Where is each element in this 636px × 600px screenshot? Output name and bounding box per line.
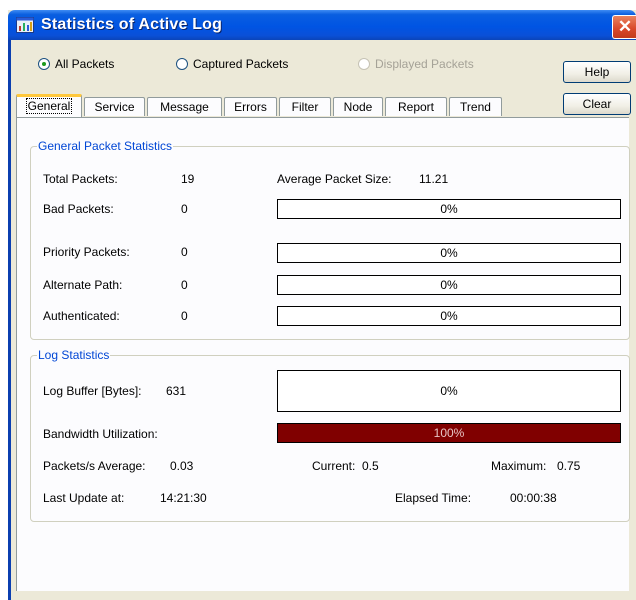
authenticated-label: Authenticated:: [43, 309, 120, 323]
authenticated-value: 0: [181, 309, 188, 323]
radio-label: Displayed Packets: [375, 57, 474, 71]
tab-report[interactable]: Report: [385, 97, 447, 116]
current-value: 0.5: [362, 459, 379, 473]
clear-button[interactable]: Clear: [563, 93, 631, 115]
radio-indicator: [38, 58, 50, 70]
priority-packets-bar: 0%: [277, 243, 621, 263]
radio-all-packets[interactable]: All Packets: [38, 56, 114, 72]
elapsed-time-label: Elapsed Time:: [395, 491, 472, 505]
average-packet-size-value: 11.21: [419, 172, 449, 186]
alternate-path-label: Alternate Path:: [43, 278, 123, 292]
radio-captured-packets[interactable]: Captured Packets: [176, 56, 288, 72]
authenticated-bar: 0%: [277, 306, 621, 326]
bar-percent: 0%: [440, 246, 458, 260]
total-packets-label: Total Packets:: [43, 172, 118, 186]
elapsed-time-value: 00:00:38: [510, 491, 557, 505]
alternate-path-value: 0: [181, 278, 188, 292]
priority-packets-label: Priority Packets:: [43, 245, 130, 259]
packets-per-second-average-value: 0.03: [170, 459, 194, 473]
log-buffer-bar: 0%: [277, 370, 621, 412]
tab-node[interactable]: Node: [333, 97, 383, 116]
bad-packets-value: 0: [181, 202, 188, 216]
bandwidth-utilization-bar: 100%: [277, 423, 621, 443]
total-packets-value: 19: [181, 172, 195, 186]
bar-percent: 0%: [440, 384, 458, 398]
tab-filter[interactable]: Filter: [279, 97, 331, 116]
close-icon: ✕: [617, 17, 633, 36]
window-frame: [8, 40, 11, 600]
group-title: General Packet Statistics: [37, 139, 174, 153]
last-update-label: Last Update at:: [43, 491, 125, 505]
radio-displayed-packets: Displayed Packets: [358, 56, 474, 72]
radio-indicator: [176, 58, 188, 70]
title-bar[interactable]: Statistics of Active Log ✕: [8, 10, 636, 40]
log-buffer-label: Log Buffer [Bytes]:: [43, 384, 142, 398]
tab-message[interactable]: Message: [147, 97, 222, 116]
tab-errors[interactable]: Errors: [224, 97, 277, 116]
last-update-value: 14:21:30: [160, 491, 207, 505]
alternate-path-bar: 0%: [277, 275, 621, 295]
radio-label: All Packets: [55, 57, 115, 71]
bar-percent: 100%: [433, 426, 465, 440]
bar-percent: 0%: [440, 202, 458, 216]
maximum-value: 0.75: [557, 459, 581, 473]
current-label: Current:: [312, 459, 356, 473]
tab-trend[interactable]: Trend: [449, 97, 502, 116]
priority-packets-value: 0: [181, 245, 188, 259]
group-title: Log Statistics: [37, 348, 111, 362]
packets-per-second-average-label: Packets/s Average:: [43, 459, 146, 473]
bar-percent: 0%: [440, 278, 458, 292]
statistics-icon: [16, 17, 34, 33]
close-button[interactable]: ✕: [612, 15, 636, 39]
average-packet-size-label: Average Packet Size:: [277, 172, 392, 186]
window-title: Statistics of Active Log: [41, 16, 223, 33]
bar-percent: 0%: [440, 309, 458, 323]
radio-indicator: [358, 58, 370, 70]
help-button[interactable]: Help: [563, 61, 631, 83]
bandwidth-utilization-label: Bandwidth Utilization:: [43, 427, 158, 441]
tab-general[interactable]: General: [16, 94, 82, 118]
tab-service[interactable]: Service: [84, 97, 145, 116]
bad-packets-label: Bad Packets:: [43, 202, 114, 216]
log-buffer-value: 631: [166, 384, 187, 398]
radio-label: Captured Packets: [193, 57, 289, 71]
maximum-label: Maximum:: [491, 459, 547, 473]
bad-packets-bar: 0%: [277, 199, 621, 219]
